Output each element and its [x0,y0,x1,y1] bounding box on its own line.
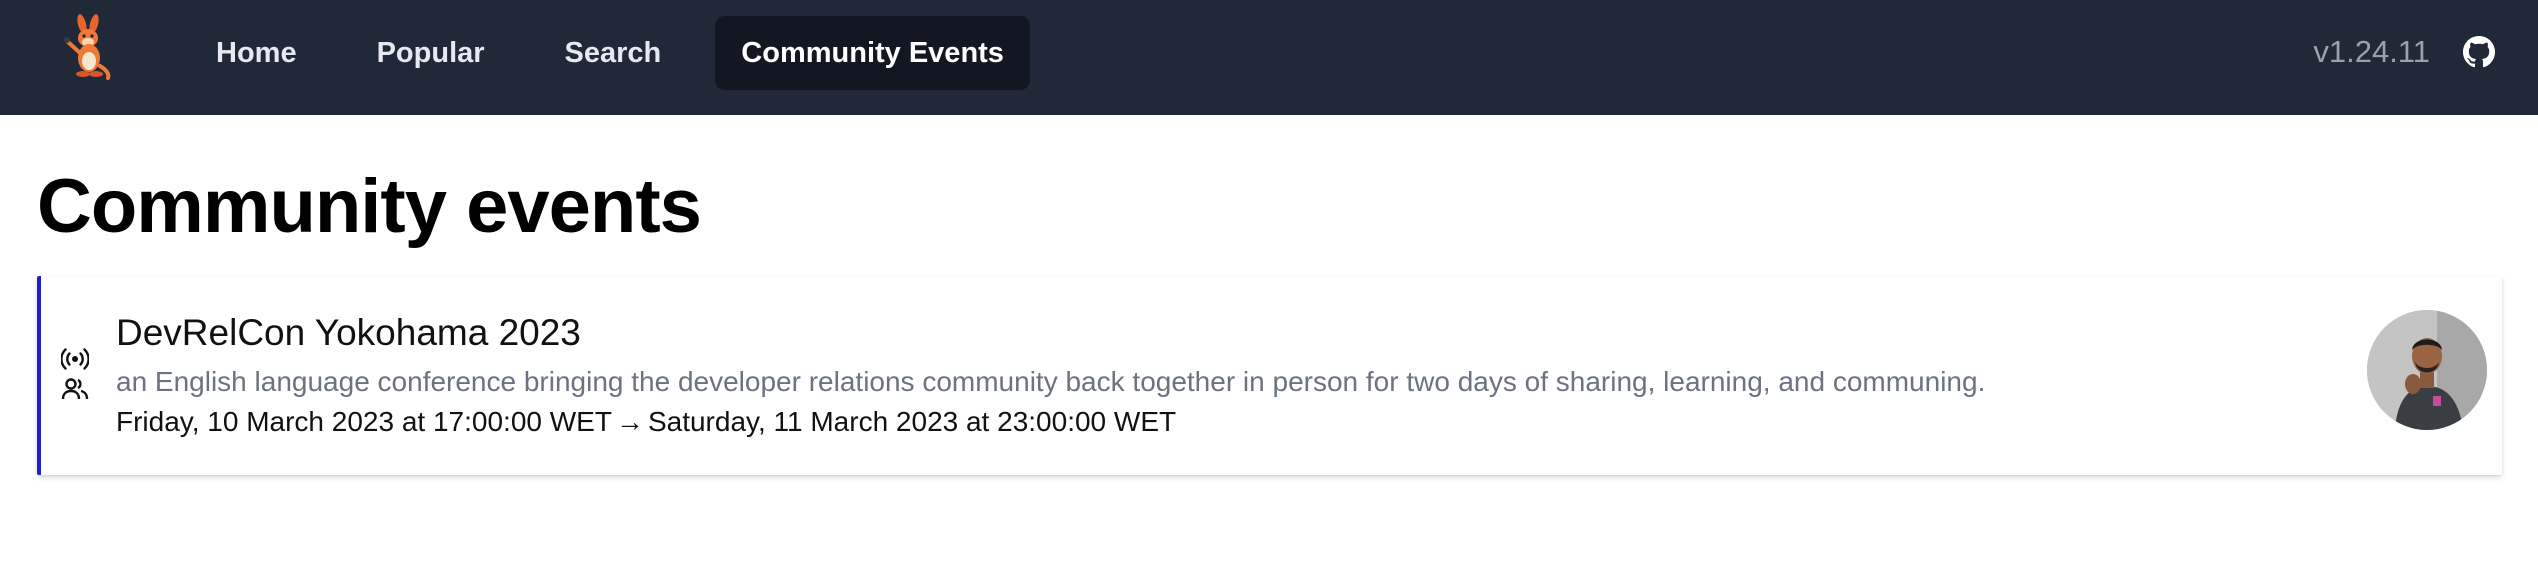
kangaroo-mascot-icon[interactable] [58,14,118,80]
nav-community-events-link[interactable]: Community Events [715,16,1030,90]
event-start-date: Friday, 10 March 2023 at 17:00:00 WET [116,406,612,437]
nav-popular-link[interactable]: Popular [351,16,511,90]
nav-search-link[interactable]: Search [539,16,688,90]
event-end-date: Saturday, 11 March 2023 at 23:00:00 WET [647,406,1177,437]
date-arrow-icon: → [615,406,644,437]
speaker-avatar [2367,310,2487,430]
nav-home-link[interactable]: Home [190,16,323,90]
event-dates: Friday, 10 March 2023 at 17:00:00 WET → … [116,406,1176,438]
version-label[interactable]: v1.24.11 [2313,30,2430,74]
nav-links: Home Popular Search Community Events [190,16,1058,90]
event-title[interactable]: DevRelCon Yokohama 2023 [116,312,581,354]
event-card[interactable]: DevRelCon Yokohama 2023 an English langu… [37,276,2502,475]
broadcast-icon [61,346,93,372]
event-description: an English language conference bringing … [116,366,1986,397]
top-navbar: Home Popular Search Community Events v1.… [0,0,2538,115]
page-title: Community events [37,164,702,249]
event-type-icons [61,346,93,406]
people-icon [61,376,93,402]
github-icon[interactable] [2463,36,2495,68]
